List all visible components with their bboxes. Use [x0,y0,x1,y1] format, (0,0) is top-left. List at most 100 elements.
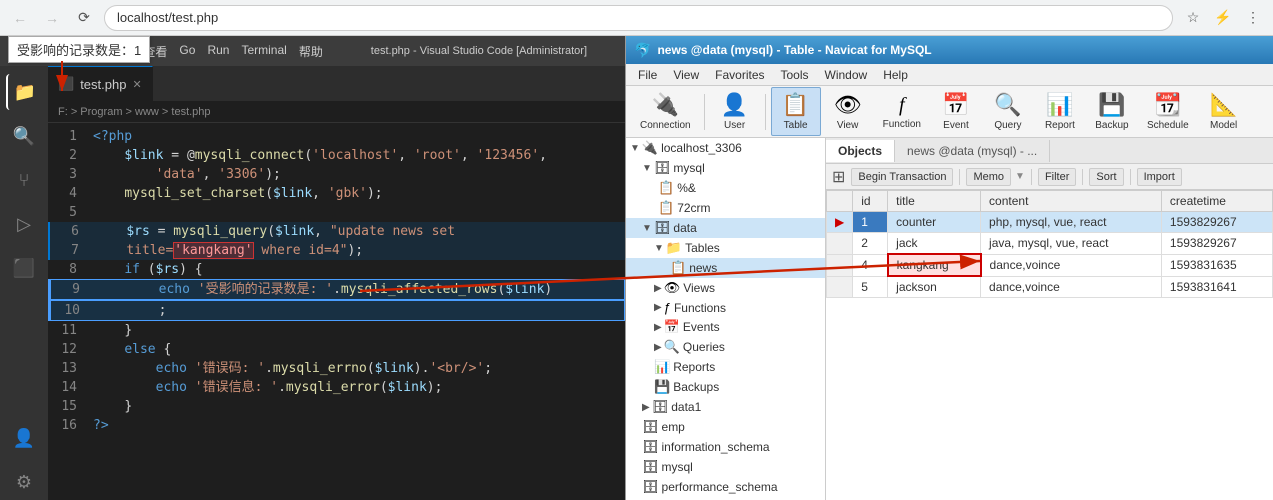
tree-mysql[interactable]: ▼ 🗄 mysql [626,158,825,178]
toolbar-user[interactable]: 👤 User [710,88,760,135]
toolbar-model[interactable]: 📐 Model [1199,88,1249,135]
tree-reports[interactable]: 📊 Reports [626,357,825,377]
debug-icon[interactable]: ▷ [6,206,42,242]
createtime-header[interactable]: createtime [1161,191,1272,212]
cell-content[interactable]: php, mysql, vue, react [981,212,1162,233]
tree-backups[interactable]: 💾 Backups [626,377,825,397]
back-button[interactable]: ← [8,6,32,30]
title-header[interactable]: title [888,191,981,212]
menu-terminal[interactable]: Terminal [241,43,286,60]
content-header[interactable]: content [981,191,1162,212]
settings-icon[interactable]: ⚙ [6,464,42,500]
explorer-icon[interactable]: 📁 [6,74,42,110]
cell-content[interactable]: dance,voince [981,254,1162,276]
tab-close-button[interactable]: ✕ [132,78,141,91]
tree-infoschema[interactable]: 🗄 information_schema [626,437,825,457]
nav-tab-news[interactable]: news @data (mysql) - ... [895,140,1050,162]
views-icon: 👁 [664,280,681,296]
id-header[interactable]: id [853,191,888,212]
menu-run[interactable]: Run [207,43,229,60]
tree-news[interactable]: 📋 news [626,258,825,278]
cell-id[interactable]: 4 [853,254,888,276]
cell-id[interactable]: 1 [853,212,888,233]
code-line-2: 2 $link = @mysqli_connect('localhost', '… [48,146,625,165]
table-row[interactable]: 5 jackson dance,voince 1593831641 [827,276,1273,298]
cell-title[interactable]: jackson [888,276,981,298]
cell-id[interactable]: 2 [853,233,888,255]
sort-btn[interactable]: Sort [1089,168,1123,186]
tree-emp[interactable]: 🗄 emp [626,417,825,437]
cell-createtime[interactable]: 1593829267 [1161,212,1272,233]
tree-perfschema[interactable]: 🗄 performance_schema [626,477,825,497]
toolbar-function[interactable]: f Function [875,90,929,134]
data1-icon: 🗄 [652,399,669,415]
nav-menu-favorites[interactable]: Favorites [707,66,772,84]
begin-transaction-btn[interactable]: Begin Transaction [851,168,953,186]
cell-title[interactable]: jack [888,233,981,255]
memo-dropdown-arrow[interactable]: ▼ [1015,171,1025,182]
menu-go[interactable]: Go [179,43,195,60]
tree-percent[interactable]: 📋 %& [626,178,825,198]
sep4 [1130,169,1131,185]
cell-content[interactable]: dance,voince [981,276,1162,298]
toolbar-table[interactable]: 📋 Table [771,87,821,136]
toolbar-schedule[interactable]: 📆 Schedule [1139,88,1197,135]
tree-72crm[interactable]: 📋 72crm [626,198,825,218]
forward-button[interactable]: → [40,6,64,30]
table-row[interactable]: 2 jack java, mysql, vue, react 159382926… [827,233,1273,255]
code-line-16: 16 ?> [48,416,625,435]
tree-data[interactable]: ▼ 🗄 data [626,218,825,238]
nav-menu-view[interactable]: View [665,66,707,84]
tree-mysql2[interactable]: 🗄 mysql [626,457,825,477]
table-row[interactable]: 4 kangkang dance,voince 1593831635 [827,254,1273,276]
toolbar-sep-1 [704,94,705,130]
tree-queries[interactable]: ▶ 🔍 Queries [626,337,825,357]
toolbar-view[interactable]: 👁 View [823,88,873,135]
toolbar-event[interactable]: 📅 Event [931,88,981,135]
memo-btn[interactable]: Memo [966,168,1011,186]
nav-menu-window[interactable]: Window [817,66,876,84]
nav-tab-objects[interactable]: Objects [826,140,895,162]
toolbar-connection[interactable]: 🔌 Connection [632,88,699,135]
functions-icon: ƒ [664,300,671,315]
cell-createtime[interactable]: 1593831635 [1161,254,1272,276]
toolbar-backup[interactable]: 💾 Backup [1087,88,1137,135]
cell-id[interactable]: 5 [853,276,888,298]
code-line-9: 9 echo '受影响的记录数是: '.mysqli_affected_rows… [48,279,625,300]
nav-menu-help[interactable]: Help [875,66,916,84]
filter-btn[interactable]: Filter [1038,168,1076,186]
tree-events[interactable]: ▶ 📅 Events [626,317,825,337]
menu-button[interactable]: ⋮ [1241,6,1265,30]
extensions-icon[interactable]: ⬛ [6,250,42,286]
reload-button[interactable]: ⟳ [72,6,96,30]
result-text: 受影响的记录数是：1 [17,43,141,58]
nav-menu-tools[interactable]: Tools [773,66,817,84]
table-row[interactable]: ▶ 1 counter php, mysql, vue, react 15938… [827,212,1273,233]
cell-title-kangkang[interactable]: kangkang [888,254,981,276]
cell-createtime[interactable]: 1593831641 [1161,276,1272,298]
extensions-button[interactable]: ⚡ [1211,6,1235,30]
navicat-title: news @data (mysql) - Table - Navicat for… [657,43,931,57]
cell-createtime[interactable]: 1593829267 [1161,233,1272,255]
git-icon[interactable]: ⑂ [6,162,42,198]
accounts-icon[interactable]: 👤 [6,420,42,456]
data-table-area[interactable]: id title content createtime ▶ 1 c [826,190,1273,500]
tree-localhost[interactable]: ▼ 🔌 localhost_3306 [626,138,825,158]
cell-content[interactable]: java, mysql, vue, react [981,233,1162,255]
tree-tables[interactable]: ▼ 📁 Tables [626,238,825,258]
search-activity-icon[interactable]: 🔍 [6,118,42,154]
tree-views[interactable]: ▶ 👁 Views [626,278,825,298]
import-btn[interactable]: Import [1137,168,1182,186]
toolbar-query[interactable]: 🔍 Query [983,88,1033,135]
tab-test-php[interactable]: ⬛ test.php ✕ [48,66,153,101]
bookmark-button[interactable]: ☆ [1181,6,1205,30]
menu-help[interactable]: 帮助 [299,43,323,60]
nav-menu-file[interactable]: File [630,66,665,84]
tree-panel[interactable]: ▼ 🔌 localhost_3306 ▼ 🗄 mysql 📋 %& [626,138,826,500]
address-bar[interactable] [104,5,1173,31]
tree-data1[interactable]: ▶ 🗄 data1 [626,397,825,417]
toolbar-report[interactable]: 📊 Report [1035,88,1085,135]
tree-functions[interactable]: ▶ ƒ Functions [626,298,825,317]
code-editor[interactable]: 1 <?php 2 $link = @mysqli_connect('local… [48,123,625,500]
cell-title[interactable]: counter [888,212,981,233]
